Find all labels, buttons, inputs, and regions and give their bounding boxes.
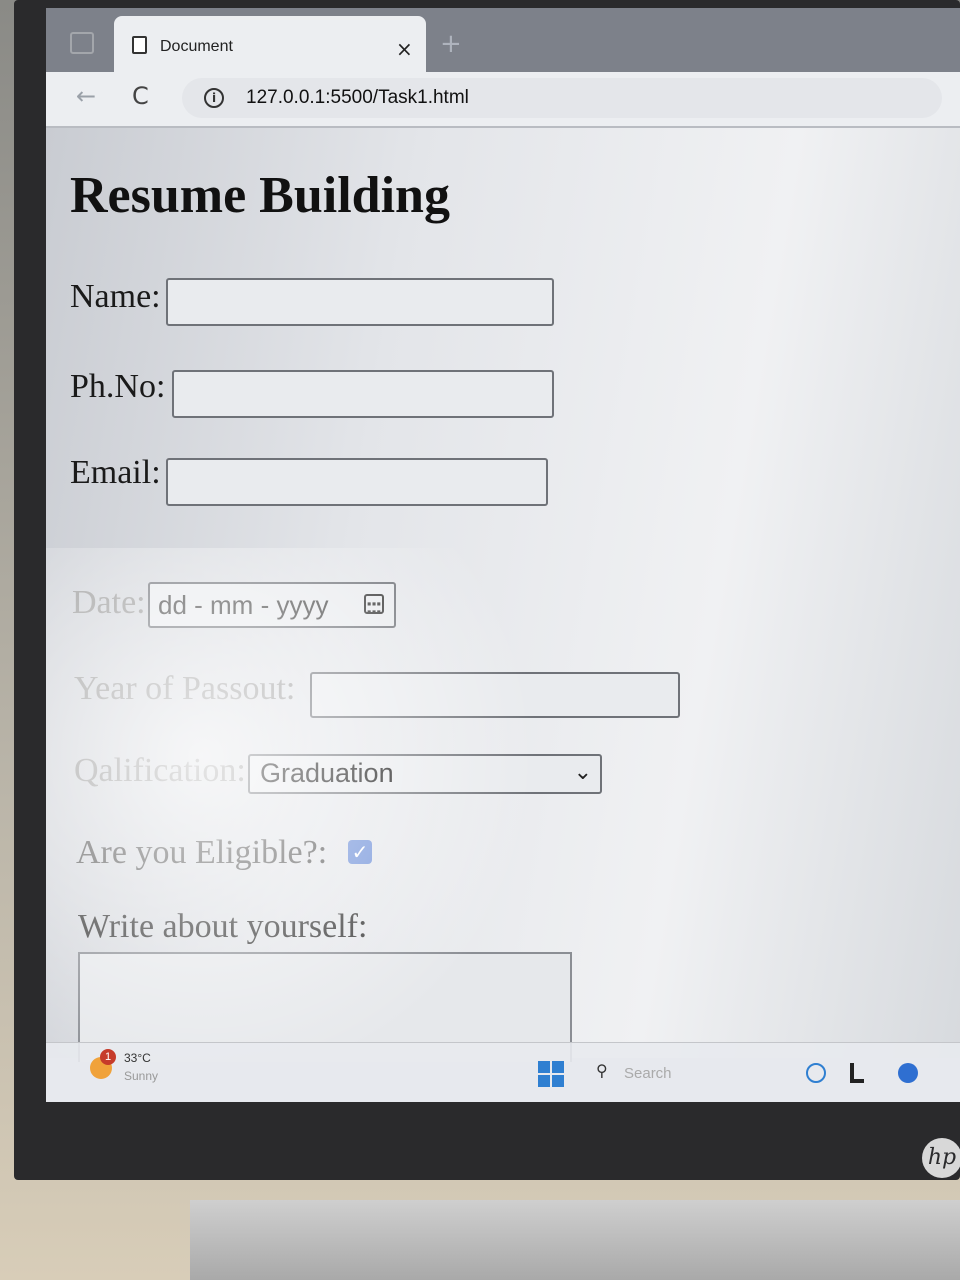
windows-taskbar: 1 33°C Sunny ⚲ Search — [46, 1042, 960, 1102]
edge-browser-icon[interactable] — [806, 1063, 826, 1083]
weather-description: Sunny — [124, 1069, 159, 1083]
hp-logo-icon: hp — [922, 1138, 960, 1178]
web-page: Resume Building Name: Ph.No: Email: Date… — [46, 128, 960, 1068]
tab-title: Document — [160, 38, 233, 55]
notification-badge: 1 — [100, 1049, 116, 1065]
qualification-select[interactable]: Graduation ⌄ — [248, 754, 602, 794]
date-input[interactable]: dd - mm - yyyy ▪▪▪ ▪▪▪ — [148, 582, 396, 628]
date-label: Date: — [72, 584, 146, 621]
chevron-down-icon: ⌄ — [573, 760, 592, 785]
passout-label: Year of Passout: — [74, 670, 296, 707]
windows-start-icon[interactable] — [538, 1061, 564, 1087]
phone-label: Ph.No: — [70, 368, 166, 405]
qualification-value: Graduation — [260, 758, 394, 788]
about-label: Write about yourself: — [78, 908, 368, 945]
search-icon[interactable]: ⚲ — [596, 1061, 608, 1080]
email-input[interactable] — [166, 458, 548, 506]
close-tab-icon[interactable]: × — [396, 39, 413, 59]
tab-actions-icon[interactable] — [70, 32, 94, 54]
calendar-icon[interactable]: ▪▪▪ ▪▪▪ — [364, 594, 384, 616]
qualification-label: Qalification: — [74, 752, 246, 789]
email-label: Email: — [70, 454, 161, 491]
new-tab-icon[interactable]: + — [440, 31, 462, 57]
name-label: Name: — [70, 278, 161, 315]
tab-document[interactable]: Document × — [114, 16, 426, 74]
back-arrow-icon[interactable]: ← — [76, 82, 96, 110]
taskbar-search-label[interactable]: Search — [624, 1065, 672, 1082]
site-info-icon[interactable]: i — [204, 88, 224, 108]
date-placeholder: dd - mm - yyyy — [158, 589, 329, 620]
laptop-screen: Document × + ← C i 127.0.0.1:5500/Task1.… — [46, 8, 960, 1102]
phone-input[interactable] — [172, 370, 554, 418]
eligible-checkbox[interactable]: ✓ — [348, 840, 372, 864]
page-title: Resume Building — [70, 167, 450, 224]
url-text: 127.0.0.1:5500/Task1.html — [246, 87, 469, 108]
laptop-hinge — [190, 1200, 960, 1280]
app-icon[interactable] — [850, 1063, 864, 1083]
reload-icon[interactable]: C — [132, 82, 149, 110]
document-icon — [132, 36, 147, 54]
chat-app-icon[interactable] — [898, 1063, 918, 1083]
weather-temperature: 33°C — [124, 1051, 151, 1065]
browser-tab-bar: Document × + — [46, 8, 960, 74]
eligible-label: Are you Eligible?: — [76, 834, 328, 871]
url-input[interactable]: i 127.0.0.1:5500/Task1.html — [182, 78, 942, 118]
browser-address-bar: ← C i 127.0.0.1:5500/Task1.html — [46, 72, 960, 128]
passout-input[interactable] — [310, 672, 680, 718]
name-input[interactable] — [166, 278, 554, 326]
